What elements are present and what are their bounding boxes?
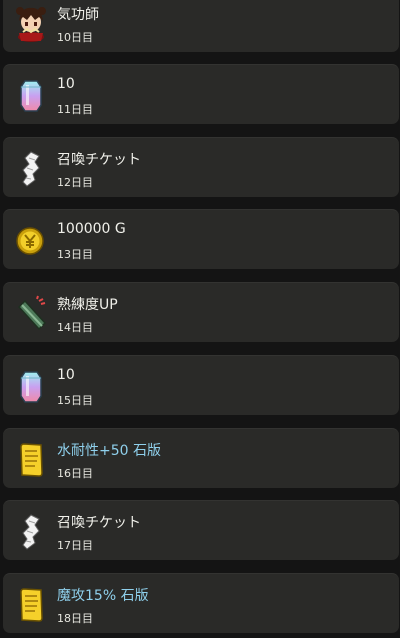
stone-tablet-icon <box>13 584 49 624</box>
reward-item-day-13[interactable]: 100000 G 13日目 <box>3 209 399 269</box>
reward-day: 10日目 <box>57 31 93 44</box>
reward-item-day-14[interactable]: 熟練度UP 14日目 <box>3 282 399 342</box>
reward-item-day-10[interactable]: 気功師 10日目 <box>3 0 399 52</box>
reward-day: 14日目 <box>57 321 93 334</box>
reward-title: 召喚チケット <box>57 515 141 531</box>
reward-day: 17日目 <box>57 539 93 552</box>
crystal-gem-icon <box>13 366 49 406</box>
reward-title: 気功師 <box>57 7 99 23</box>
reward-item-day-11[interactable]: 10 11日目 <box>3 64 399 124</box>
gold-coin-icon <box>13 220 49 260</box>
reward-day: 16日目 <box>57 467 93 480</box>
summon-ticket-icon <box>13 148 49 188</box>
summon-ticket-icon <box>13 511 49 551</box>
reward-title: 召喚チケット <box>57 152 141 168</box>
reward-item-day-15[interactable]: 10 15日目 <box>3 355 399 415</box>
character-avatar-icon <box>13 3 49 43</box>
reward-title: 10 <box>57 76 75 92</box>
stone-tablet-icon <box>13 439 49 479</box>
crystal-gem-icon <box>13 75 49 115</box>
reward-item-day-16[interactable]: 水耐性+50 石版 16日目 <box>3 428 399 488</box>
reward-day: 15日目 <box>57 394 93 407</box>
reward-day: 12日目 <box>57 176 93 189</box>
reward-day: 13日目 <box>57 248 93 261</box>
reward-title: 熟練度UP <box>57 297 118 313</box>
reward-title: 100000 G <box>57 221 126 237</box>
reward-title: 10 <box>57 367 75 383</box>
reward-item-day-18[interactable]: 魔攻15% 石版 18日目 <box>3 573 399 633</box>
reward-item-day-17[interactable]: 召喚チケット 17日目 <box>3 500 399 560</box>
reward-day: 11日目 <box>57 103 93 116</box>
reward-item-day-12[interactable]: 召喚チケット 12日目 <box>3 137 399 197</box>
reward-day: 18日目 <box>57 612 93 625</box>
reward-title: 魔攻15% 石版 <box>57 588 149 604</box>
login-reward-list: 気功師 10日目 10 11日目 召喚チケット 12日目 100000 G 13… <box>0 0 400 638</box>
proficiency-scroll-icon <box>13 293 49 333</box>
reward-title: 水耐性+50 石版 <box>57 443 161 459</box>
